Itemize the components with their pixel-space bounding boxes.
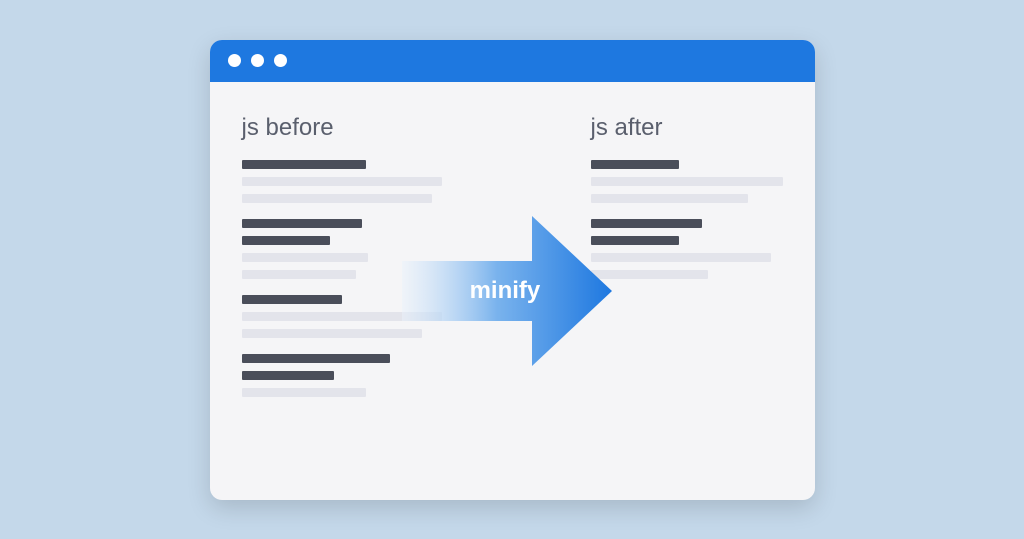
code-line	[242, 354, 390, 363]
window-content: js before js after minify	[210, 82, 815, 500]
minify-arrow: minify	[397, 176, 627, 406]
window-control-dot	[228, 54, 241, 67]
code-line	[242, 160, 366, 169]
before-title: js before	[242, 114, 442, 142]
code-line	[242, 236, 330, 245]
window-control-dot	[274, 54, 287, 67]
window-titlebar	[210, 40, 815, 82]
browser-window: js before js after minify	[210, 40, 815, 500]
code-line	[242, 270, 356, 279]
code-line	[591, 160, 679, 169]
code-line	[242, 329, 422, 338]
code-line	[242, 371, 334, 380]
arrow-label: minify	[470, 277, 541, 305]
code-line	[242, 295, 342, 304]
code-line	[242, 388, 366, 397]
code-line	[242, 219, 362, 228]
after-title: js after	[591, 114, 783, 142]
code-line	[242, 253, 368, 262]
window-control-dot	[251, 54, 264, 67]
